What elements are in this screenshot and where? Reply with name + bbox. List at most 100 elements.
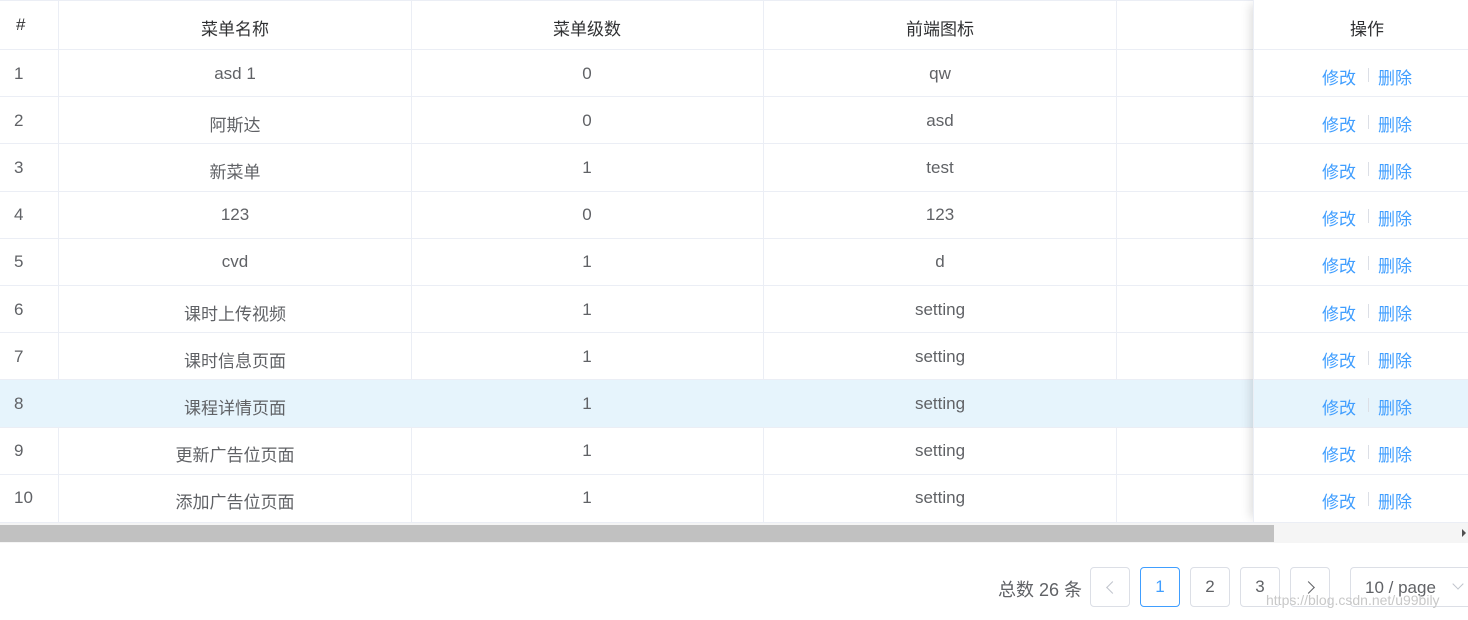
- cell-index: 9: [14, 441, 24, 461]
- action-separator: [1368, 445, 1369, 460]
- action-separator: [1368, 162, 1369, 176]
- actions-row-highlight: [1254, 380, 1468, 427]
- action-separator: [1368, 492, 1369, 507]
- cell-frontend-icon: asd: [926, 110, 954, 130]
- actions-row-divider: [1254, 237, 1468, 239]
- edit-link[interactable]: 修改: [1322, 64, 1356, 89]
- column-divider: [411, 0, 412, 522]
- delete-link[interactable]: 删除: [1378, 441, 1412, 466]
- cell-index: 2: [14, 110, 24, 130]
- action-separator: [1368, 256, 1369, 271]
- cell-menu-level: 0: [582, 205, 592, 225]
- action-separator: [1368, 350, 1369, 365]
- header-top-border: [0, 0, 1468, 1]
- cell-index: 5: [14, 252, 24, 272]
- cell-menu-name: asd 1: [214, 63, 256, 83]
- edit-link[interactable]: 修改: [1322, 394, 1356, 419]
- edit-link[interactable]: 修改: [1322, 488, 1356, 513]
- column-divider: [1116, 0, 1117, 522]
- actions-row-divider: [1254, 190, 1468, 192]
- row-divider: [0, 332, 1468, 334]
- cell-menu-name: 更新广告位页面: [175, 446, 295, 466]
- cell-menu-name: 新菜单: [209, 163, 261, 182]
- cell-frontend-icon: setting: [914, 299, 966, 319]
- header-frontend-icon: 前端图标: [906, 20, 974, 39]
- delete-link[interactable]: 删除: [1378, 64, 1412, 89]
- cell-menu-name: cvd: [221, 252, 249, 272]
- header-actions: 操作: [1350, 20, 1384, 39]
- cell-frontend-icon: d: [935, 252, 945, 272]
- chevron-left-icon: [1105, 581, 1119, 594]
- actions-row-divider: [1254, 473, 1468, 475]
- header-menu-level: 菜单级数: [553, 20, 621, 39]
- cell-index: 7: [14, 346, 24, 366]
- pagination-total: 总数 26 条: [998, 580, 1083, 600]
- action-separator: [1368, 114, 1369, 129]
- action-separator: [1368, 303, 1369, 318]
- header-index: #: [16, 15, 26, 34]
- cell-frontend-icon: setting: [914, 346, 966, 366]
- row-divider: [0, 426, 1468, 428]
- cell-menu-name: 课时信息页面: [184, 351, 286, 371]
- row-divider: [0, 96, 1468, 98]
- delete-link[interactable]: 删除: [1378, 300, 1412, 325]
- scrollbar-thumb[interactable]: [0, 525, 1274, 542]
- delete-link[interactable]: 删除: [1378, 111, 1412, 136]
- delete-link[interactable]: 删除: [1378, 205, 1412, 230]
- chevron-down-icon: [1452, 578, 1464, 590]
- cell-menu-level: 1: [582, 488, 592, 508]
- horizontal-scrollbar[interactable]: [0, 522, 1468, 543]
- actions-row-divider: [1254, 426, 1468, 428]
- edit-link[interactable]: 修改: [1322, 441, 1356, 466]
- prev-page-button[interactable]: [1090, 567, 1130, 607]
- edit-link[interactable]: 修改: [1322, 347, 1356, 372]
- edit-link[interactable]: 修改: [1322, 111, 1356, 136]
- cell-menu-level: 0: [582, 110, 592, 130]
- actions-row-divider: [1254, 332, 1468, 334]
- column-divider: [763, 0, 764, 522]
- cell-menu-name: 123: [220, 205, 250, 225]
- cell-menu-level: 1: [582, 346, 592, 366]
- cell-frontend-icon: 123: [925, 205, 955, 225]
- actions-column: 操作 修改 删除 修改 删除 修改 删除 修改 删除 修改 删除 修改 删除 修改 删除 修改 删除 修改 删除修…: [1253, 0, 1468, 522]
- watermark: https://blog.csdn.net/u99bily: [1266, 592, 1440, 608]
- delete-link[interactable]: 删除: [1378, 252, 1412, 277]
- delete-link[interactable]: 删除: [1378, 488, 1412, 513]
- cell-menu-name: 课程详情页面: [184, 399, 286, 418]
- cell-index: 4: [14, 205, 24, 225]
- cell-menu-name: 阿斯达: [209, 115, 261, 135]
- page-2-button[interactable]: 2: [1190, 567, 1230, 607]
- action-separator: [1368, 209, 1369, 224]
- edit-link[interactable]: 修改: [1322, 158, 1356, 183]
- delete-link[interactable]: 删除: [1378, 394, 1412, 419]
- cell-index: 8: [14, 394, 24, 413]
- cell-index: 6: [14, 299, 24, 319]
- cell-menu-level: 1: [582, 158, 592, 177]
- row-divider: [0, 49, 1468, 50]
- edit-link[interactable]: 修改: [1322, 252, 1356, 277]
- page-1-button[interactable]: 1: [1140, 567, 1180, 607]
- cell-index: 3: [14, 158, 24, 177]
- cell-menu-level: 0: [582, 63, 592, 83]
- cell-menu-level: 1: [582, 394, 592, 413]
- row-divider: [0, 237, 1468, 239]
- actions-row-divider: [1254, 143, 1468, 145]
- cell-menu-level: 1: [582, 252, 592, 272]
- cell-index: 10: [14, 488, 33, 508]
- row-divider: [0, 285, 1468, 286]
- action-separator: [1368, 398, 1369, 412]
- cell-menu-level: 1: [582, 441, 592, 461]
- actions-row-divider: [1254, 379, 1468, 381]
- actions-row-divider: [1254, 285, 1468, 286]
- edit-link[interactable]: 修改: [1322, 205, 1356, 230]
- cell-menu-name: 课时上传视频: [184, 304, 286, 324]
- row-divider: [0, 143, 1468, 145]
- cell-frontend-icon: test: [926, 158, 954, 177]
- edit-link[interactable]: 修改: [1322, 300, 1356, 325]
- row-divider: [0, 473, 1468, 475]
- delete-link[interactable]: 删除: [1378, 158, 1412, 183]
- cell-frontend-icon: setting: [914, 394, 966, 413]
- delete-link[interactable]: 删除: [1378, 347, 1412, 372]
- scroll-right-arrow-icon[interactable]: [1462, 529, 1466, 537]
- cell-index: 1: [14, 63, 24, 83]
